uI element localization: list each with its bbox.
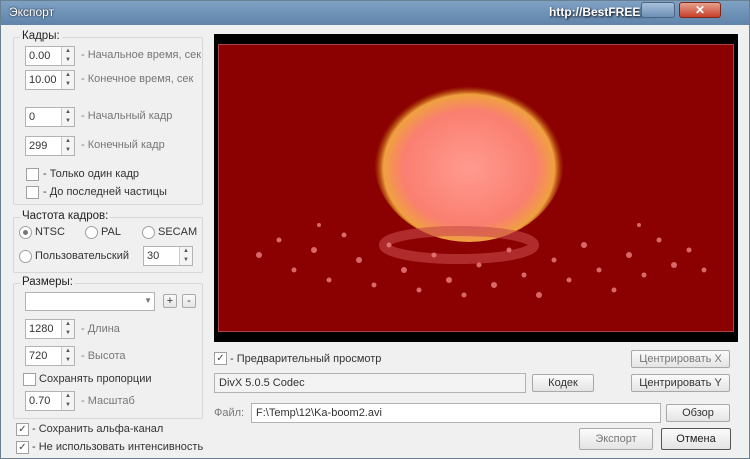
frames-title: Кадры:: [20, 30, 62, 42]
spin-arrows-icon[interactable]: ▲ ▼: [179, 247, 192, 265]
close-icon: ✕: [694, 3, 706, 17]
custom-fps-input[interactable]: 30 ▲ ▼: [143, 246, 193, 266]
keep-ratio-label: Сохранять пропорции: [39, 373, 152, 385]
custom-fps-label: Пользовательский: [35, 250, 129, 262]
export-dialog: Экспорт http://BestFREE.ru ✕ Кадры: 0.00…: [0, 0, 750, 459]
cancel-button[interactable]: Отмена: [661, 428, 731, 450]
fps-title: Частота кадров:: [20, 210, 111, 222]
spin-arrows-icon[interactable]: ▲ ▼: [61, 320, 74, 338]
window-title: Экспорт: [9, 5, 55, 19]
codec-button[interactable]: Кодек: [532, 374, 594, 392]
keep-ratio-checkbox[interactable]: [23, 373, 36, 386]
remove-size-button[interactable]: -: [182, 294, 196, 308]
height-input[interactable]: 720 ▲ ▼: [25, 346, 75, 366]
chevron-down-icon: ▼: [144, 296, 152, 305]
minimize-button[interactable]: [641, 2, 675, 18]
save-alpha-checkbox[interactable]: ✓: [16, 423, 29, 436]
spin-arrows-icon[interactable]: ▲ ▼: [61, 137, 74, 155]
height-label: - Высота: [81, 350, 126, 362]
spin-arrows-icon[interactable]: ▲ ▼: [61, 71, 74, 89]
length-label: - Длина: [81, 323, 120, 335]
start-frame-input[interactable]: 0 ▲ ▼: [25, 107, 75, 127]
file-path-field[interactable]: F:\Temp\12\Ka-boom2.avi: [251, 403, 661, 423]
pal-label: PAL: [101, 226, 121, 238]
preview-frame: [214, 34, 738, 342]
center-y-button[interactable]: Центрировать Y: [631, 374, 730, 392]
preview-label: - Предварительный просмотр: [230, 353, 382, 365]
last-particle-label: - До последней частицы: [43, 186, 167, 198]
spin-arrows-icon[interactable]: ▲ ▼: [61, 108, 74, 126]
size-preset-select[interactable]: ▼: [25, 292, 155, 311]
end-frame-input[interactable]: 299 ▲ ▼: [25, 136, 75, 156]
spin-arrows-icon[interactable]: ▲ ▼: [61, 347, 74, 365]
pal-radio[interactable]: [85, 226, 98, 239]
end-time-input[interactable]: 10.00 ▲ ▼: [25, 70, 75, 90]
center-x-button[interactable]: Центрировать X: [631, 350, 730, 368]
size-title: Размеры:: [20, 276, 75, 288]
browse-button[interactable]: Обзор: [666, 404, 730, 422]
last-particle-checkbox[interactable]: [26, 186, 39, 199]
spin-arrows-icon[interactable]: ▲ ▼: [61, 392, 74, 410]
secam-label: SECAM: [158, 226, 198, 238]
preview-canvas: [218, 44, 734, 332]
ntsc-label: NTSC: [35, 226, 65, 238]
single-frame-checkbox[interactable]: [26, 168, 39, 181]
watermark: http://BestFREE.ru: [549, 5, 656, 19]
file-label: Файл:: [214, 407, 245, 419]
codec-field: DivX 5.0.5 Codec: [214, 373, 526, 393]
no-intensity-checkbox[interactable]: ✓: [16, 441, 29, 454]
start-time-input[interactable]: 0.00 ▲ ▼: [25, 46, 75, 66]
no-intensity-label: - Не использовать интенсивность: [32, 441, 204, 453]
export-button[interactable]: Экспорт: [579, 428, 653, 450]
close-button[interactable]: ✕: [679, 2, 721, 18]
ntsc-radio[interactable]: [19, 226, 32, 239]
end-time-label: - Конечное время, сек: [81, 73, 194, 85]
custom-fps-radio[interactable]: [19, 250, 32, 263]
title-bar[interactable]: Экспорт http://BestFREE.ru ✕: [1, 1, 749, 25]
start-time-label: - Начальное время, сек: [81, 49, 202, 61]
save-alpha-label: - Сохранить альфа-канал: [32, 423, 164, 435]
spin-arrows-icon[interactable]: ▲ ▼: [61, 47, 74, 65]
start-frame-label: - Начальный кадр: [81, 110, 173, 122]
scale-label: - Масштаб: [81, 395, 135, 407]
add-size-button[interactable]: +: [163, 294, 177, 308]
length-input[interactable]: 1280 ▲ ▼: [25, 319, 75, 339]
single-frame-label: - Только один кадр: [43, 168, 139, 180]
end-frame-label: - Конечный кадр: [81, 139, 165, 151]
preview-checkbox[interactable]: ✓: [214, 352, 227, 365]
secam-radio[interactable]: [142, 226, 155, 239]
explosion-image: [256, 78, 707, 298]
scale-input[interactable]: 0.70 ▲ ▼: [25, 391, 75, 411]
